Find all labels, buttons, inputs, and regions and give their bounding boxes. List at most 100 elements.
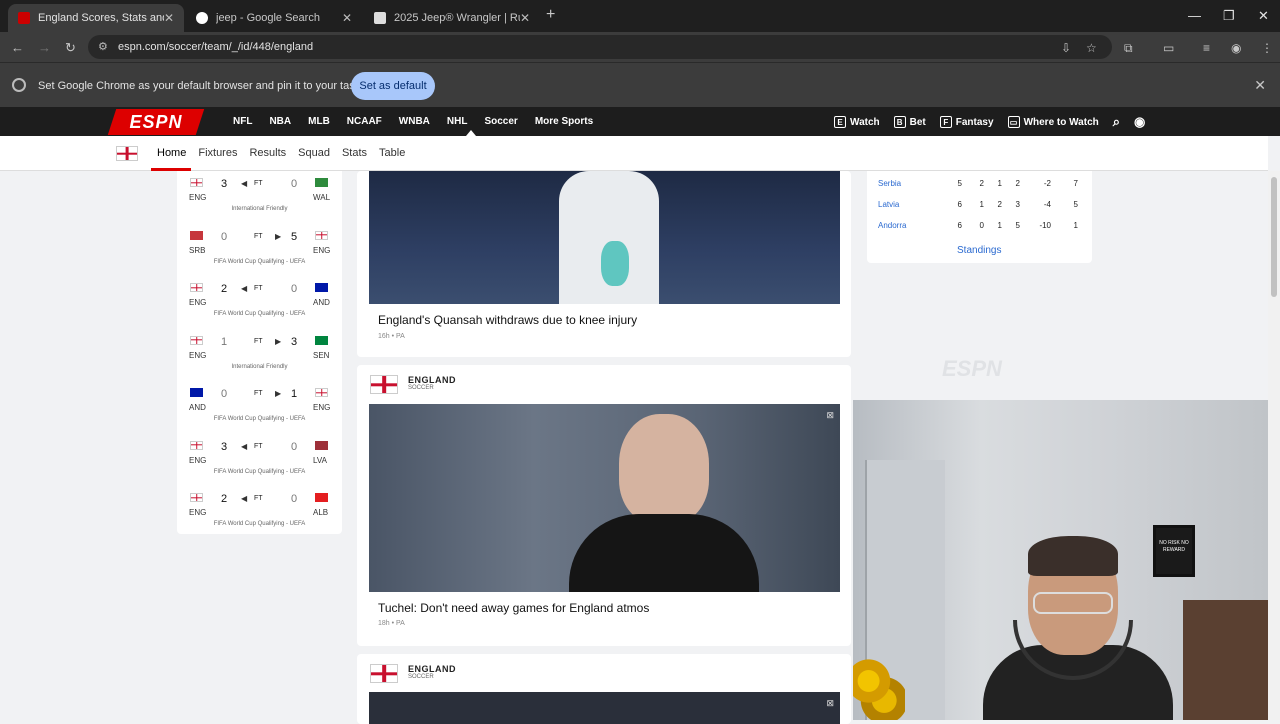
tab-home[interactable]: Home xyxy=(157,147,186,159)
nav-more-sports[interactable]: More Sports xyxy=(535,116,593,127)
home-team: ENG xyxy=(189,508,207,517)
bookmark-star-icon[interactable]: ☆ xyxy=(1086,41,1097,55)
nav-nba[interactable]: NBA xyxy=(269,116,291,127)
away-flag-icon xyxy=(315,440,328,450)
nav-nfl[interactable]: NFL xyxy=(233,116,252,127)
story-image[interactable]: ⊠ xyxy=(369,404,840,592)
tab-espn[interactable]: England Scores, Stats and Highl ✕ xyxy=(8,4,184,32)
account-icon[interactable]: ◉ xyxy=(1134,114,1145,130)
maximize-icon[interactable]: ❐ xyxy=(1223,8,1235,24)
close-tab-icon[interactable]: ✕ xyxy=(520,11,530,25)
story-image[interactable]: ⊠ xyxy=(369,692,840,724)
winner-right-arrow-icon: ▶ xyxy=(275,389,282,398)
result-row[interactable]: SRB ENG 0 5 FT ▶ FIFA World Cup Qualifying - U… xyxy=(177,226,342,278)
menu-kebab-icon[interactable]: ⋮ xyxy=(1261,41,1273,55)
webcam-overlay: NO RISK NO REWARD xyxy=(853,400,1280,720)
match-status: FT xyxy=(254,337,263,345)
tab-fixtures[interactable]: Fixtures xyxy=(198,147,237,159)
minimize-icon[interactable]: — xyxy=(1188,8,1201,23)
story-card[interactable]: ENGLAND SOCCER ⊠ Tuchel: Don't need away… xyxy=(357,365,851,646)
nav-nhl[interactable]: NHL xyxy=(447,116,468,127)
extensions-icon[interactable]: ⧉ xyxy=(1124,41,1133,56)
reading-list-icon[interactable]: ≡ xyxy=(1203,41,1210,55)
standings-team-link[interactable]: Latvia xyxy=(878,200,899,209)
standings-link[interactable]: Standings xyxy=(957,245,1001,256)
cast-icon[interactable]: ▭ xyxy=(1163,41,1174,55)
story-card[interactable]: ENGLAND SOCCER ⊠ xyxy=(357,654,851,724)
result-row[interactable]: ENG AND 2 0 FT ◀ FIFA World Cup Qualifying - U… xyxy=(177,278,342,330)
story-headline[interactable]: England's Quansah withdraws due to knee … xyxy=(378,313,637,327)
espn-logo[interactable]: ESPN xyxy=(107,109,205,135)
site-info-icon[interactable]: ⚙ xyxy=(98,40,108,53)
address-bar[interactable]: ⚙ espn.com/soccer/team/_/id/448/england xyxy=(88,35,1112,59)
espn-watermark: ESPN xyxy=(942,356,1002,381)
tab-table[interactable]: Table xyxy=(379,147,405,159)
expand-icon[interactable]: ⊠ xyxy=(826,410,834,421)
result-row[interactable]: ENG LVA 3 0 FT ◀ FIFA World Cup Qualifying - U… xyxy=(177,436,342,488)
tab-results[interactable]: Results xyxy=(249,147,286,159)
story-sport: SOCCER xyxy=(408,385,434,391)
glasses xyxy=(1033,592,1113,614)
sponsor-logo-shape xyxy=(601,241,629,286)
result-row[interactable]: ENG WAL 3 0 FT ◀ International Friendly xyxy=(177,173,342,225)
profile-icon[interactable]: ◉ xyxy=(1231,41,1241,55)
bet-link[interactable]: B Bet xyxy=(893,116,926,128)
home-score: 2 xyxy=(221,493,228,505)
close-tab-icon[interactable]: ✕ xyxy=(164,11,174,25)
tab-title: England Scores, Stats and Highl xyxy=(38,12,164,24)
standings-row: Latvia 6 1 2 3 -4 5 xyxy=(878,200,1088,218)
group-standings: Standings Serbia 5 2 1 2 -2 7 Latvia 6 1 2 3 -4 5 Ando… xyxy=(867,171,1092,263)
search-icon[interactable]: ⌕ xyxy=(1113,114,1120,130)
nav-ncaaf[interactable]: NCAAF xyxy=(347,116,382,127)
result-row[interactable]: ENG ALB 2 0 FT ◀ FIFA World Cup Qualifying - U… xyxy=(177,488,342,540)
story-headline[interactable]: Tuchel: Don't need away games for Englan… xyxy=(378,601,649,615)
winner-left-arrow-icon: ◀ xyxy=(241,179,248,188)
manager-face-shape xyxy=(619,414,709,524)
nav-wnba[interactable]: WNBA xyxy=(399,116,430,127)
expand-icon[interactable]: ⊠ xyxy=(826,698,834,709)
match-status: FT xyxy=(254,180,263,187)
url-text: espn.com/soccer/team/_/id/448/england xyxy=(118,41,314,53)
away-score: 5 xyxy=(291,230,298,243)
back-icon[interactable]: ← xyxy=(11,40,24,55)
standings-team-link[interactable]: Serbia xyxy=(878,179,901,188)
close-tab-icon[interactable]: ✕ xyxy=(342,11,352,25)
where-to-watch-link[interactable]: ▭ Where to Watch xyxy=(1007,116,1099,128)
home-team: AND xyxy=(189,403,206,412)
tab-jeep[interactable]: 2025 Jeep® Wrangler | Rugged ✕ xyxy=(364,4,540,32)
competition-label: FIFA World Cup Qualifying - UEFA xyxy=(213,311,306,317)
story-card[interactable]: England's Quansah withdraws due to knee … xyxy=(357,171,851,357)
standings-team-link[interactable]: Andorra xyxy=(878,221,906,230)
nav-mlb[interactable]: MLB xyxy=(308,116,330,127)
new-tab-icon[interactable]: + xyxy=(546,6,555,24)
fantasy-link[interactable]: F Fantasy xyxy=(939,116,994,128)
infobar-close-icon[interactable]: ✕ xyxy=(1254,77,1266,94)
set-default-button[interactable]: Set as default xyxy=(351,72,435,100)
result-row[interactable]: ENG SEN 1 3 FT ▶ International Friendly xyxy=(177,331,342,383)
home-team: ENG xyxy=(189,298,207,307)
reload-icon[interactable]: ↻ xyxy=(65,40,76,56)
close-window-icon[interactable]: ✕ xyxy=(1258,8,1269,24)
home-score: 2 xyxy=(221,283,228,295)
browser-toolbar: ← → ↻ ⚙ espn.com/soccer/team/_/id/448/en… xyxy=(0,32,1280,62)
tab-stats[interactable]: Stats xyxy=(342,147,367,159)
tab-google[interactable]: jeep - Google Search ✕ xyxy=(186,4,362,32)
standings-d: 1 xyxy=(997,221,1002,230)
tab-squad[interactable]: Squad xyxy=(298,147,330,159)
watch-link[interactable]: E Watch xyxy=(834,116,880,128)
forward-icon[interactable]: → xyxy=(38,40,51,55)
story-image[interactable] xyxy=(369,171,840,304)
away-score: 0 xyxy=(291,493,298,505)
nav-soccer[interactable]: Soccer xyxy=(484,116,517,127)
home-team: ENG xyxy=(189,455,207,465)
competition-label: FIFA World Cup Qualifying - UEFA xyxy=(213,468,306,475)
page-scrollbar[interactable] xyxy=(1268,171,1280,720)
install-app-icon[interactable]: ⇩ xyxy=(1061,41,1071,55)
standings-gd: -4 xyxy=(1043,200,1051,209)
result-row[interactable]: AND ENG 0 1 FT ▶ FIFA World Cup Qualifying - U… xyxy=(177,383,342,435)
standings-pts: 1 xyxy=(1073,221,1078,230)
scrollbar-thumb[interactable] xyxy=(1271,177,1277,297)
england-flag-icon xyxy=(370,375,398,394)
away-score: 0 xyxy=(291,440,298,453)
england-flag-icon xyxy=(116,146,138,161)
